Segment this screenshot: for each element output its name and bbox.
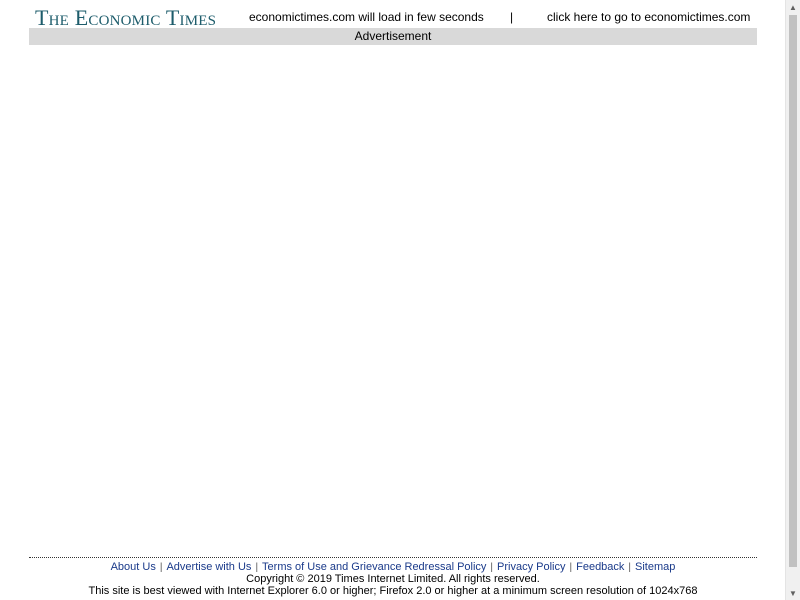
- footer-pipe: |: [490, 562, 494, 573]
- footer-pipe: |: [569, 562, 573, 573]
- footer-link-feedback[interactable]: Feedback: [576, 561, 624, 573]
- top-bar: The Economic Times economictimes.com wil…: [29, 4, 757, 30]
- page: The Economic Times economictimes.com wil…: [0, 0, 800, 600]
- footer-link-sitemap[interactable]: Sitemap: [635, 561, 675, 573]
- footer-link-terms[interactable]: Terms of Use and Grievance Redressal Pol…: [262, 561, 486, 573]
- advertisement-bar: Advertisement: [29, 28, 757, 45]
- scrollbar-thumb[interactable]: [789, 15, 797, 567]
- header-separator: |: [510, 10, 514, 24]
- main-content: The Economic Times economictimes.com wil…: [29, 0, 757, 600]
- go-to-site-link[interactable]: click here to go to economictimes.com: [547, 10, 750, 24]
- economic-times-logo[interactable]: The Economic Times: [35, 6, 216, 30]
- footer-pipe: |: [628, 562, 632, 573]
- best-viewed-notice: This site is best viewed with Internet E…: [88, 585, 698, 597]
- footer-link-advertise[interactable]: Advertise with Us: [166, 561, 251, 573]
- footer-pipe: |: [159, 562, 163, 573]
- footer-link-privacy[interactable]: Privacy Policy: [497, 561, 565, 573]
- loading-message: economictimes.com will load in few secon…: [249, 10, 484, 24]
- triangle-up-icon[interactable]: ▲: [786, 0, 800, 14]
- triangle-down-icon[interactable]: ▼: [786, 586, 800, 600]
- footer-divider: [29, 557, 757, 558]
- advertisement-label: Advertisement: [354, 29, 432, 43]
- vertical-scrollbar[interactable]: ▲ ▼: [785, 0, 800, 600]
- footer-link-about-us[interactable]: About Us: [111, 561, 156, 573]
- footer-pipe: |: [255, 562, 259, 573]
